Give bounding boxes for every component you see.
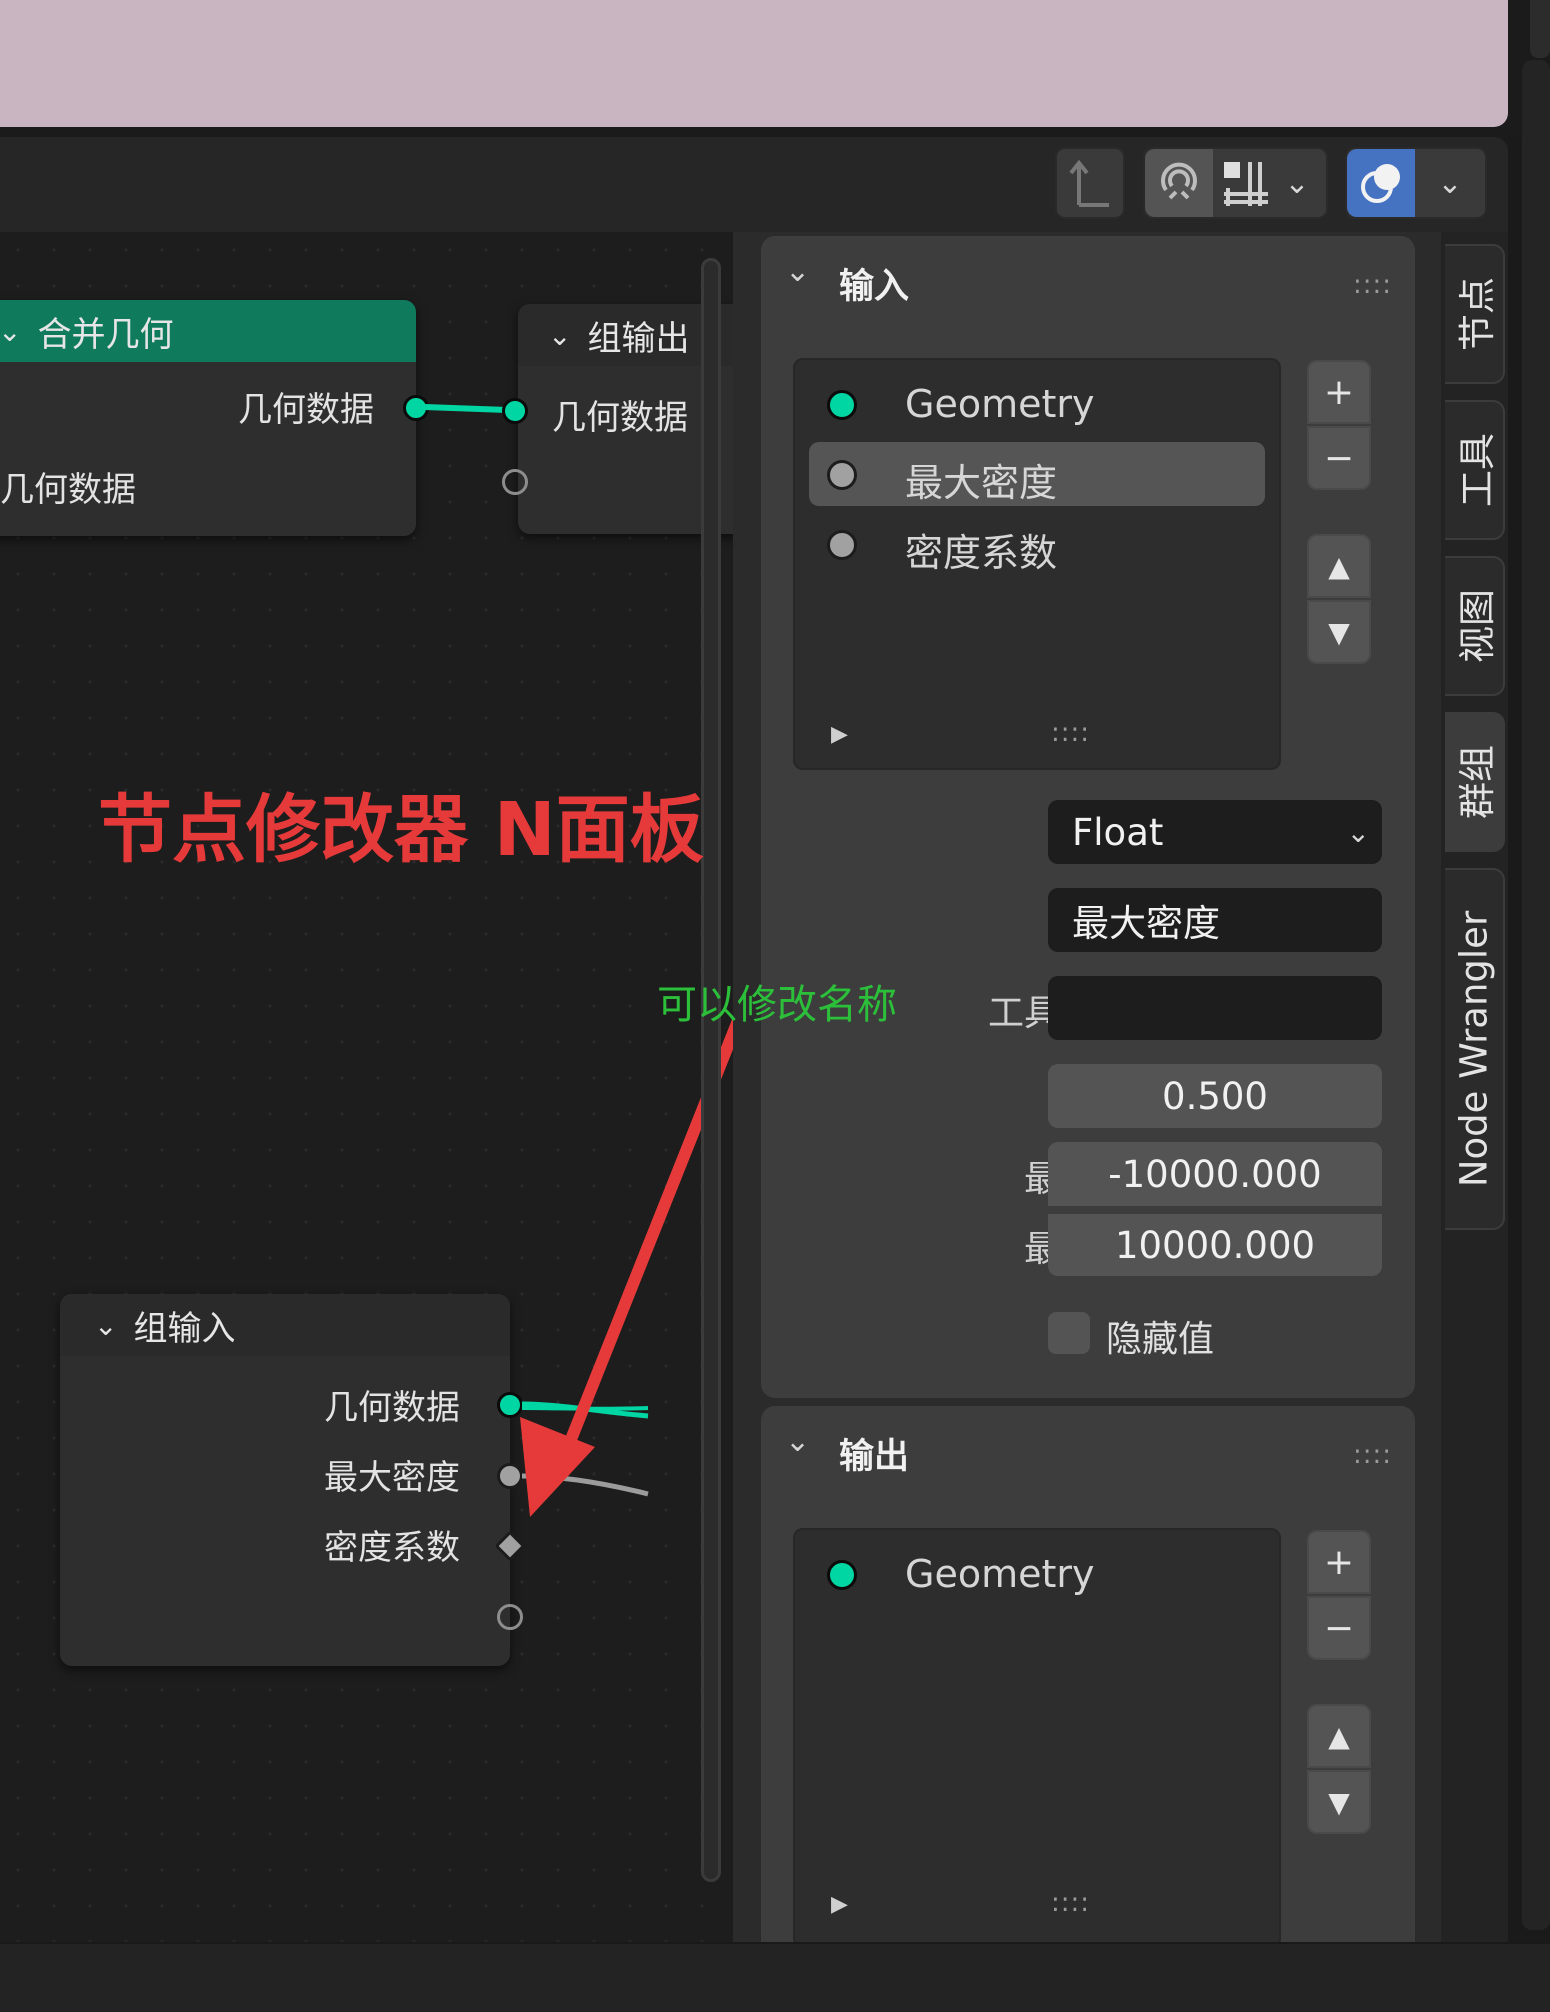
node-title: 组输入	[133, 1308, 236, 1349]
default-value-field[interactable]: 0.500	[1048, 1064, 1382, 1128]
move-up-button[interactable]: ▲	[1307, 1704, 1371, 1768]
snap-toggle-group[interactable]: ⌄	[1143, 147, 1328, 219]
node-title: 组输出	[587, 318, 690, 359]
tab-view[interactable]: 视图	[1445, 556, 1505, 696]
tab-group[interactable]: 群组	[1445, 712, 1505, 852]
inputs-title[interactable]: 输入	[839, 258, 909, 309]
overlay-icon	[1361, 164, 1400, 203]
chevron-down-icon[interactable]: ⌄	[0, 315, 21, 348]
expand-triangle-icon[interactable]: ▶	[831, 722, 848, 747]
list-item-label: Geometry	[905, 382, 1095, 426]
list-item[interactable]: Geometry	[809, 372, 1265, 436]
snap-magnet-icon	[1161, 162, 1197, 200]
node-title: 合并几何	[37, 314, 174, 355]
chevron-down-icon[interactable]: ⌄	[785, 1424, 810, 1459]
annotation-title: 节点修改器 N面板	[98, 787, 704, 873]
output-label: 最大密度	[324, 1458, 460, 1498]
tab-node-wrangler[interactable]: Node Wrangler	[1445, 868, 1505, 1230]
chevron-down-icon[interactable]: ⌄	[785, 254, 810, 289]
overlay-toggle-group[interactable]: ⌄	[1345, 147, 1487, 219]
tab-tool[interactable]: 工具	[1445, 400, 1505, 540]
tab-label: Node Wrangler	[1452, 910, 1496, 1188]
tab-label: 视图	[1456, 589, 1499, 663]
list-item-label: Geometry	[905, 1552, 1095, 1596]
node-header[interactable]: ⌄ 组输入	[60, 1294, 510, 1356]
list-item-label: 最大密度	[905, 461, 1058, 505]
outputs-list[interactable]: Geometry ▶ ::::	[793, 1528, 1281, 1948]
hide-value-checkbox[interactable]	[1048, 1312, 1090, 1354]
top-viewport-area	[0, 0, 1508, 127]
tooltip-field[interactable]	[1048, 976, 1382, 1040]
add-button[interactable]: +	[1307, 360, 1371, 424]
overlay-button[interactable]	[1347, 149, 1415, 217]
output-label: 几何数据	[238, 390, 374, 430]
hide-value-label[interactable]: 隐藏值	[1106, 1310, 1214, 1362]
list-item-label: 密度系数	[905, 531, 1058, 575]
move-up-button[interactable]: ▲	[1307, 534, 1371, 598]
geometry-input-socket[interactable]	[502, 398, 528, 424]
chevron-down-icon[interactable]: ⌄	[548, 319, 571, 352]
chevron-down-icon[interactable]: ⌄	[1415, 149, 1485, 217]
expand-triangle-icon[interactable]: ▶	[831, 1892, 848, 1917]
node-canvas[interactable]: ⌄ 合并几何 几何数据 几何数据 ⌄ 组输出 几何数据 ⌄ 组输入 几何数据 最…	[0, 232, 840, 1942]
geometry-socket-icon	[827, 1560, 857, 1590]
chevron-down-icon[interactable]: ⌄	[1277, 149, 1317, 217]
snap-magnet-button[interactable]	[1145, 149, 1213, 217]
outputs-title[interactable]: 输出	[839, 1428, 909, 1479]
parent-node-tree-button[interactable]	[1055, 147, 1125, 219]
outputs-panel: ⌄ 输出 :::: Geometry ▶ :::: + − ▲ ▼	[761, 1406, 1415, 1966]
outer-scrollbar[interactable]	[1522, 60, 1550, 1930]
list-item-selected[interactable]: 最大密度	[809, 442, 1265, 506]
top-scrollbar[interactable]	[1530, 0, 1550, 58]
join-geometry-node[interactable]: ⌄ 合并几何 几何数据 几何数据	[0, 300, 416, 536]
list-item[interactable]: Geometry	[809, 1542, 1265, 1606]
annotation-note: 可以修改名称	[657, 982, 897, 1028]
resize-handle-icon[interactable]: ::::	[1051, 718, 1090, 748]
input-label: 几何数据	[552, 398, 688, 438]
node-editor-header: ⌄ ⌄	[0, 137, 1508, 232]
max-value-field[interactable]: 10000.000	[1048, 1212, 1382, 1276]
canvas-scrollbar[interactable]	[701, 258, 721, 1882]
resize-handle-icon[interactable]: ::::	[1051, 1888, 1090, 1918]
tab-node[interactable]: 节点	[1445, 244, 1505, 384]
chevron-down-icon: ⌄	[1346, 815, 1370, 849]
list-item[interactable]: 密度系数	[809, 512, 1265, 576]
geometry-socket-icon	[827, 390, 857, 420]
add-button[interactable]: +	[1307, 1530, 1371, 1594]
node-link	[424, 404, 508, 413]
type-select[interactable]: Float ⌄	[1048, 800, 1382, 864]
type-value: Float	[1072, 810, 1164, 854]
chevron-down-icon[interactable]: ⌄	[94, 1309, 117, 1342]
group-input-node[interactable]: ⌄ 组输入 几何数据 最大密度 密度系数	[60, 1294, 510, 1666]
float-socket-icon	[827, 460, 857, 490]
output-label: 几何数据	[324, 1388, 460, 1428]
snap-grid-button[interactable]	[1213, 149, 1277, 217]
drag-handle-icon[interactable]: ::::	[1353, 1440, 1392, 1470]
tab-label: 群组	[1456, 745, 1499, 819]
input-label: 几何数据	[0, 470, 136, 510]
float-socket-icon	[827, 530, 857, 560]
inputs-list[interactable]: Geometry 最大密度 密度系数 ▶ ::::	[793, 358, 1281, 770]
node-header[interactable]: ⌄ 合并几何	[0, 300, 416, 362]
remove-button[interactable]: −	[1307, 426, 1371, 490]
name-field[interactable]: 最大密度	[1048, 888, 1382, 952]
min-value-field[interactable]: -10000.000	[1048, 1142, 1382, 1206]
tab-label: 节点	[1456, 277, 1499, 351]
empty-output-socket[interactable]	[497, 1604, 523, 1630]
status-bar	[0, 1942, 1550, 2012]
snap-grid-icon	[1224, 162, 1268, 206]
output-label: 密度系数	[324, 1528, 460, 1568]
remove-button[interactable]: −	[1307, 1596, 1371, 1660]
tab-label: 工具	[1456, 433, 1499, 507]
move-down-button[interactable]: ▼	[1307, 600, 1371, 664]
move-down-button[interactable]: ▼	[1307, 1770, 1371, 1834]
parent-node-tree-icon	[1069, 159, 1109, 207]
empty-input-socket[interactable]	[502, 469, 528, 495]
drag-handle-icon[interactable]: ::::	[1353, 270, 1392, 300]
